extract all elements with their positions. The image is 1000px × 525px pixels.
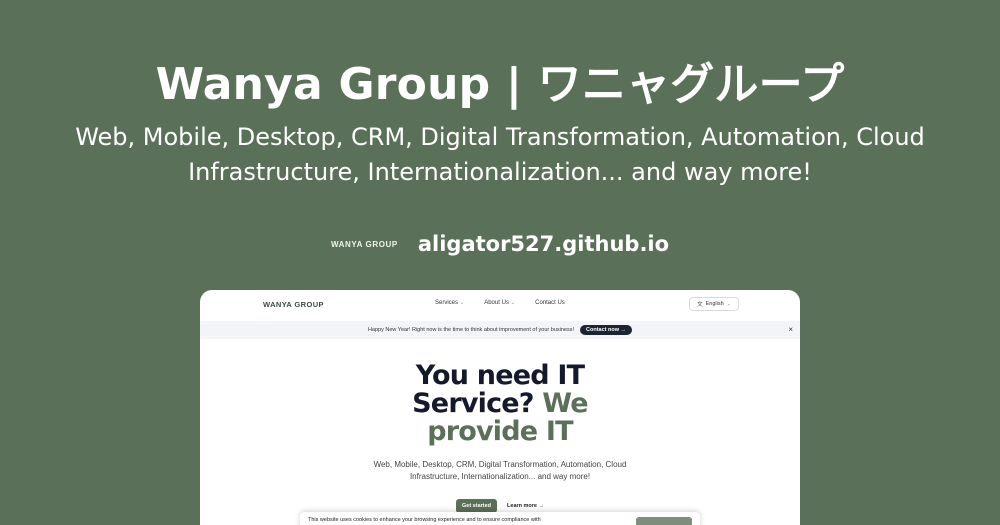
announcement-text: Happy New Year! Right now is the time to…: [367, 327, 575, 333]
cookie-banner: This website uses cookies to enhance you…: [300, 512, 700, 525]
site-domain: aligator527.github.io: [417, 232, 670, 256]
hero-description: Web, Mobile, Desktop, CRM, Digital Trans…: [373, 460, 627, 481]
site-logo[interactable]: WANYA GROUP: [263, 300, 324, 309]
hero-title-line2a: Service?: [412, 388, 534, 419]
chevron-down-icon: ⌄: [726, 301, 731, 307]
og-description: Web, Mobile, Desktop, CRM, Digital Trans…: [75, 123, 925, 186]
hero-title-line1: You need IT: [415, 360, 585, 391]
nav-services-label: Services: [435, 300, 459, 306]
nav-services[interactable]: Services ⌄: [435, 300, 464, 306]
nav-contact-us[interactable]: Contact Us: [535, 300, 565, 306]
brand-logo: WANYA GROUP: [330, 239, 398, 249]
site-navbar: WANYA GROUP Services ⌄ About Us ⌄ Contac…: [200, 290, 800, 320]
hero-title: You need IT Service? We provide IT: [200, 362, 800, 446]
og-brand-row: WANYA GROUP aligator527.github.io: [0, 230, 1000, 258]
og-title: Wanya Group | ワニャグループ: [155, 59, 845, 110]
hero-title-line2: Service? We: [200, 390, 800, 418]
get-started-button[interactable]: Get started: [455, 499, 498, 513]
announcement-bar: Happy New Year! Right now is the time to…: [200, 321, 800, 339]
hero-actions: Get started Learn more →: [200, 499, 800, 513]
hero-title-line3: provide IT: [427, 416, 573, 447]
close-icon[interactable]: ×: [788, 325, 793, 334]
translate-icon: 文: [697, 302, 703, 308]
chevron-down-icon: ⌄: [460, 300, 465, 306]
contact-now-button[interactable]: Contact now →: [580, 325, 633, 335]
language-selector[interactable]: 文 English ⌄: [689, 297, 739, 311]
cookie-text: This website uses cookies to enhance you…: [308, 517, 541, 523]
hero-title-line2b: We: [542, 388, 588, 419]
cookie-accept-button[interactable]: [636, 517, 692, 525]
nav-about-label: About Us: [484, 300, 509, 306]
learn-more-link[interactable]: Learn more →: [507, 503, 544, 509]
nav-contact-label: Contact Us: [535, 300, 565, 306]
language-label: English: [705, 301, 724, 307]
chevron-down-icon: ⌄: [510, 300, 516, 306]
nav-links: Services ⌄ About Us ⌄ Contact Us: [435, 300, 565, 306]
nav-about-us[interactable]: About Us ⌄: [484, 300, 515, 306]
site-preview: WANYA GROUP Services ⌄ About Us ⌄ Contac…: [200, 290, 800, 525]
